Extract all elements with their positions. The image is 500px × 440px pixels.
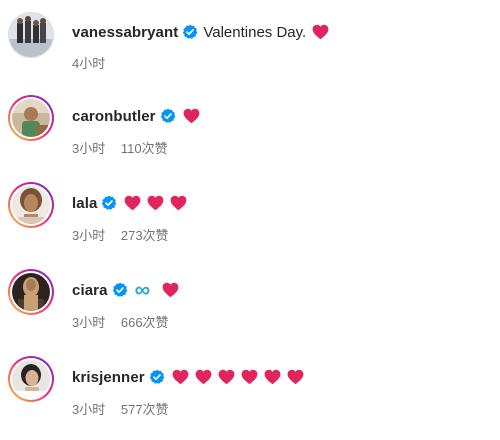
avatar-image	[12, 273, 50, 311]
comment-text: Valentines Day.	[203, 23, 307, 41]
comment-item: vanessabryant Valentines Day. 4小时	[0, 0, 500, 80]
comment-username[interactable]: caronbutler	[72, 108, 156, 125]
comment-time: 4小时	[72, 56, 106, 71]
verified-badge-icon	[160, 108, 176, 124]
comment-likes-count[interactable]: 110次赞	[121, 141, 168, 156]
avatar-image	[12, 360, 50, 398]
comment-time: 3小时	[72, 228, 106, 243]
comment-item: lala 3小时 273次赞	[0, 174, 500, 254]
comment-likes-count[interactable]: 577次赞	[121, 402, 169, 417]
avatar[interactable]	[8, 182, 54, 228]
avatar[interactable]	[8, 95, 54, 141]
avatar[interactable]	[8, 356, 54, 402]
verified-badge-icon	[182, 24, 198, 40]
comment-item: ciara ∞ 3小时 666次赞	[0, 261, 500, 341]
comment-time: 3小时	[72, 141, 106, 156]
red-heart-emoji-icon	[183, 108, 200, 124]
red-heart-emoji-icon	[124, 195, 141, 211]
avatar-image	[12, 99, 50, 137]
avatar-image	[12, 186, 50, 224]
red-heart-emoji-icon	[312, 24, 329, 40]
red-heart-emoji-icon	[264, 369, 281, 385]
comment-time: 3小时	[72, 315, 106, 330]
comment-likes-count[interactable]: 666次赞	[121, 315, 169, 330]
verified-badge-icon	[112, 282, 128, 298]
red-heart-emoji-icon	[218, 369, 235, 385]
verified-badge-icon	[149, 369, 165, 385]
verified-badge-icon	[101, 195, 117, 211]
red-heart-emoji-icon	[162, 282, 179, 298]
comment-username[interactable]: ciara	[72, 282, 108, 299]
comment-username[interactable]: lala	[72, 195, 97, 212]
comment-item: krisjenner 3小时 577次赞	[0, 348, 500, 428]
comment-item: caronbutler 3小时 110次赞	[0, 87, 500, 167]
avatar[interactable]	[8, 12, 54, 58]
red-heart-emoji-icon	[195, 369, 212, 385]
red-heart-emoji-icon	[172, 369, 189, 385]
red-heart-emoji-icon	[241, 369, 258, 385]
red-heart-emoji-icon	[147, 195, 164, 211]
infinity-emoji-icon: ∞	[134, 277, 151, 302]
avatar[interactable]	[8, 269, 54, 315]
comment-username[interactable]: krisjenner	[72, 369, 145, 386]
comment-time: 3小时	[72, 402, 106, 417]
avatar-image	[9, 13, 53, 57]
comment-likes-count[interactable]: 273次赞	[121, 228, 169, 243]
red-heart-emoji-icon	[170, 195, 187, 211]
red-heart-emoji-icon	[287, 369, 304, 385]
comment-username[interactable]: vanessabryant	[72, 24, 178, 41]
